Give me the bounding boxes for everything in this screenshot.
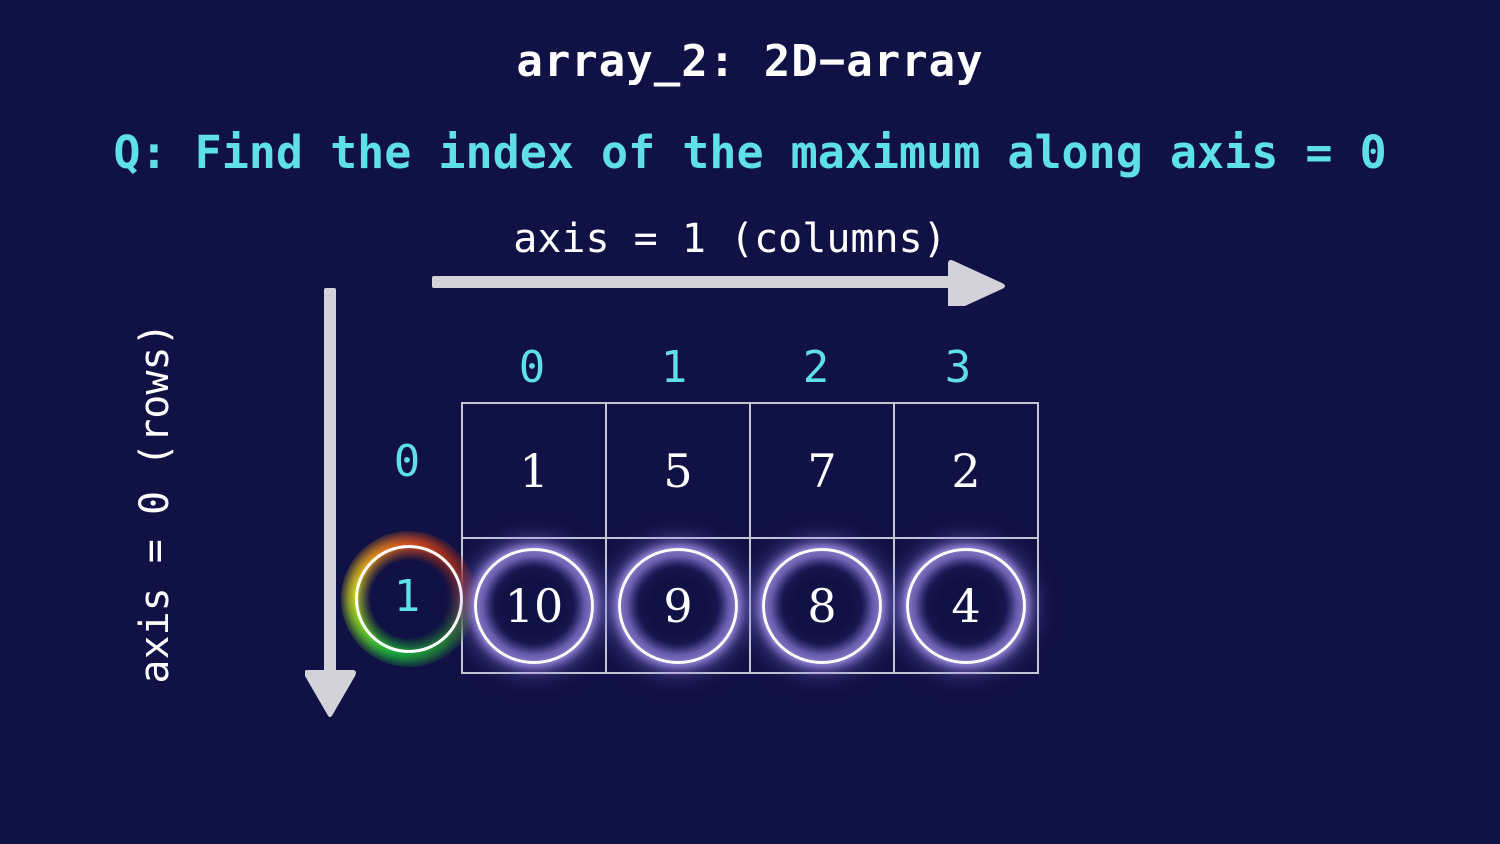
cell-value: 2 xyxy=(951,443,981,498)
column-index-2: 2 xyxy=(802,342,830,393)
column-index-3: 3 xyxy=(944,342,972,393)
column-index-0: 0 xyxy=(518,342,546,393)
cell-1-0[interactable]: 10 xyxy=(461,537,607,674)
axis-0-arrow-icon xyxy=(304,288,367,718)
cell-1-1[interactable]: 9 xyxy=(605,537,751,674)
table-row: 10 9 8 4 xyxy=(461,537,1039,674)
cell-value: 4 xyxy=(951,578,981,633)
axis-1-arrow-icon xyxy=(432,258,1012,312)
cell-value: 10 xyxy=(504,578,564,633)
row-index-1: 1 xyxy=(393,571,421,622)
table-row: 1 5 7 2 xyxy=(461,402,1039,539)
cell-value: 7 xyxy=(807,443,837,498)
axis-0-label: axis = 0 (rows) xyxy=(132,322,178,684)
cell-value: 5 xyxy=(663,443,693,498)
row-index-0: 0 xyxy=(393,436,421,487)
page-title: array_2: 2D−array xyxy=(516,36,984,87)
cell-1-2[interactable]: 8 xyxy=(749,537,895,674)
slide-canvas: array_2: 2D−array Q: Find the index of t… xyxy=(0,0,1500,844)
cell-1-3[interactable]: 4 xyxy=(893,537,1039,674)
array-grid: 1 5 7 2 10 9 8 4 xyxy=(461,402,1039,674)
cell-value: 9 xyxy=(663,578,693,633)
cell-0-0[interactable]: 1 xyxy=(461,402,607,539)
question-text: Q: Find the index of the maximum along a… xyxy=(113,126,1387,179)
column-index-1: 1 xyxy=(660,342,688,393)
cell-value: 8 xyxy=(807,578,837,633)
axis-1-label: axis = 1 (columns) xyxy=(513,216,947,262)
cell-0-3[interactable]: 2 xyxy=(893,402,1039,539)
cell-0-1[interactable]: 5 xyxy=(605,402,751,539)
cell-value: 1 xyxy=(519,443,549,498)
cell-0-2[interactable]: 7 xyxy=(749,402,895,539)
